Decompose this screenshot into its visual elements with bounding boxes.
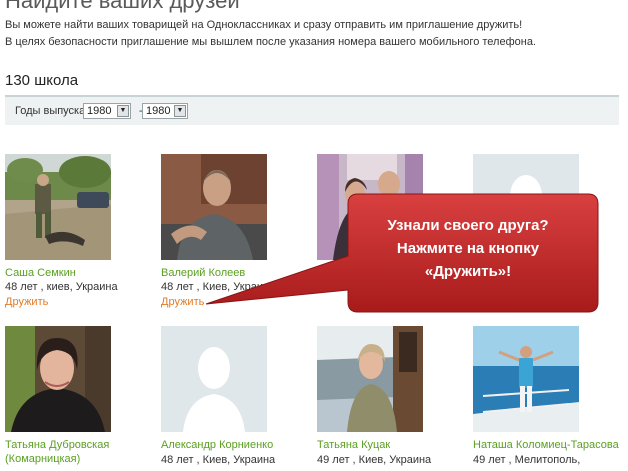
callout-text: Узнали своего друга? Нажмите на кнопку «… [348,214,588,283]
callout-line-1: Узнали своего друга? [387,217,549,234]
callout-line-2: Нажмите на кнопку [396,240,540,257]
callout-line-3: «Дружить»! [424,263,512,280]
